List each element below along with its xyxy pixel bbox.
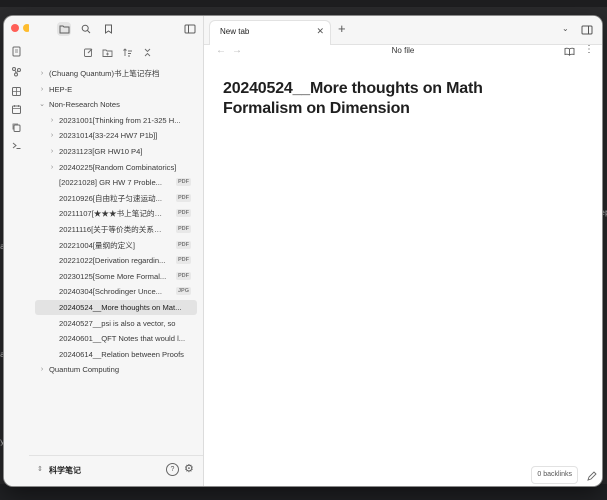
canvas-icon[interactable] (11, 86, 22, 97)
tree-item-label: 20221004[量纲的定义] (59, 240, 135, 250)
tree-folder[interactable]: ⌄ Non-Research Notes (35, 97, 197, 112)
open-quick-switcher-icon[interactable] (11, 46, 22, 57)
file-type-badge: PDF (176, 178, 191, 187)
tree-item-label: Quantum Computing (49, 365, 120, 375)
tree-file[interactable]: 20240527__psi is also a vector, so (35, 316, 197, 331)
close-tab-icon[interactable]: ✕ (316, 26, 324, 37)
chevron-right-icon[interactable]: › (47, 113, 57, 128)
file-type-badge: PDF (176, 225, 191, 233)
tree-item-label: 20231001[Thinking from 21-325 H... (59, 115, 181, 125)
tree-subfolder[interactable]: › 20231001[Thinking from 21-325 H... (35, 113, 197, 128)
ribbon (4, 16, 43, 486)
chevron-right-icon[interactable]: › (47, 160, 57, 175)
file-type-badge: PDF (176, 256, 191, 265)
tree-folder[interactable]: › (Chuang Quantum)书上笔记存档 (35, 66, 197, 81)
files-folder-icon[interactable] (57, 22, 71, 36)
tree-file[interactable]: 20230125[Some More Formal... PDF (35, 269, 197, 284)
chevron-right-icon[interactable]: › (37, 82, 47, 97)
file-type-badge: PDF (176, 240, 191, 249)
tree-subfolder[interactable]: › 20231014[33-224 HW7 P1b]] (35, 128, 197, 143)
tree-item-label: (Chuang Quantum)书上笔记存档 (49, 69, 160, 78)
search-icon[interactable] (79, 22, 93, 36)
bookmark-icon[interactable] (101, 22, 115, 36)
tree-folder[interactable]: › Quantum Computing (35, 362, 197, 377)
vault-switch-chevron-icon[interactable]: ⇕ (37, 465, 43, 473)
sort-order-icon[interactable] (121, 46, 133, 58)
tree-file[interactable]: 20240304[Schrodinger Unce... JPG (35, 284, 197, 299)
tree-file[interactable]: 20240614__Relation between Proofs (35, 347, 197, 362)
vault-switcher-bar: ⇕ 科学笔记 ? ⚙ (29, 455, 203, 486)
document-title: 20240524__More thoughts on Math Formalis… (223, 80, 483, 117)
backlinks-status[interactable]: 0 backlinks (531, 466, 578, 484)
new-folder-icon[interactable] (101, 46, 113, 58)
tab-title: New tab (220, 27, 250, 36)
new-note-icon[interactable] (82, 46, 94, 58)
reading-view-book-icon[interactable] (564, 47, 575, 56)
file-type-badge: PDF (176, 209, 191, 218)
app-window: › (Chuang Quantum)书上笔记存档 › HEP-E ⌄ Non-Resear… (4, 16, 602, 486)
view-header: ← → No file ⋮ (204, 44, 602, 60)
desktop-top-strip (0, 0, 607, 7)
chevron-right-icon[interactable]: › (47, 128, 57, 143)
tree-item-label: 20221022[Derivation regardin... (59, 256, 166, 266)
toggle-right-sidebar-icon[interactable] (581, 25, 593, 35)
tree-file[interactable]: 20221004[量纲的定义] PDF (35, 238, 197, 253)
file-type-badge: PDF (176, 193, 191, 202)
chevron-down-icon[interactable]: ⌄ (37, 97, 47, 112)
tree-folder[interactable]: › HEP-E (35, 82, 197, 97)
new-tab-plus-icon[interactable]: + (338, 21, 346, 36)
more-options-icon[interactable]: ⋮ (584, 44, 594, 55)
tree-item-label: 20240527__psi is also a vector, so (59, 318, 176, 328)
toggle-sidebar-icon[interactable] (183, 22, 197, 36)
edit-pencil-icon[interactable] (586, 471, 597, 482)
copy-icon[interactable] (11, 122, 22, 133)
desktop-bottom-strip (0, 484, 607, 500)
tree-file[interactable]: 20210926[自由粒子匀速运动... PDF (35, 191, 197, 206)
tree-item-label: 20240601__QFT Notes that would l... (59, 334, 186, 344)
file-type-badge: PDF (176, 271, 191, 280)
tree-item-label: Non-Research Notes (49, 100, 120, 110)
tree-file[interactable]: 20211116[关于等价类的关系以... PDF (35, 222, 197, 237)
tree-file[interactable]: 20240601__QFT Notes that would l... (35, 331, 197, 346)
file-explorer-sidebar: › (Chuang Quantum)书上笔记存档 › HEP-E ⌄ Non-Resear… (29, 16, 204, 486)
tree-item-label: 20230125[Some More Formal... (59, 271, 167, 281)
graph-view-icon[interactable] (11, 66, 22, 77)
settings-gear-icon[interactable]: ⚙ (184, 462, 194, 475)
tree-item-label: 20211107[★★★书上笔记的一... (59, 209, 167, 219)
tree-item-label: 20231014[33-224 HW7 P1b]] (59, 131, 158, 141)
vault-name[interactable]: 科学笔记 (49, 465, 81, 476)
tree-file[interactable]: 20221022[Derivation regardin... PDF (35, 253, 197, 268)
tree-item-label: [20221028] GR HW 7 Proble... (59, 178, 162, 188)
chevron-right-icon[interactable]: › (47, 144, 57, 159)
chevron-right-icon[interactable]: › (37, 362, 47, 377)
tree-file[interactable]: [20221028] GR HW 7 Proble... PDF (35, 175, 197, 190)
tree-item-label: 20240304[Schrodinger Unce... (59, 287, 163, 297)
tree-item-label: 20231123[GR HW10 P4] (59, 147, 143, 156)
tree-item-label: 20240614__Relation between Proofs (59, 349, 184, 359)
help-icon[interactable]: ? (166, 463, 179, 476)
tree-item-label: HEP-E (49, 84, 73, 94)
tree-item-label: 20211116[关于等价类的关系以... (59, 225, 167, 234)
editor-pane: New tab ✕ + ⌄ ← → No file ⋮ 20240524__Mo… (204, 16, 602, 486)
collapse-all-icon[interactable] (141, 46, 153, 58)
tree-file[interactable]: 20211107[★★★书上笔记的一... PDF (35, 206, 197, 221)
tree-item-label: 20210926[自由粒子匀速运动... (59, 193, 162, 203)
chevron-right-icon[interactable]: › (37, 66, 47, 81)
view-header-title: No file (391, 46, 415, 55)
tree-subfolder[interactable]: › 20240225[Random Combinatorics] (35, 160, 197, 175)
tree-subfolder[interactable]: › 20231123[GR HW10 P4] (35, 144, 197, 159)
file-type-badge: JPG (175, 287, 191, 296)
tree-item-label: 20240524__More thoughts on Mat... (59, 303, 182, 312)
tab-list-chevron-icon[interactable]: ⌄ (562, 24, 569, 33)
tab-bar: New tab ✕ + ⌄ (204, 16, 602, 45)
close-window-button[interactable] (11, 24, 19, 32)
tree-file[interactable]: 20240524__More thoughts on Mat... (35, 300, 197, 315)
calendar-icon[interactable] (11, 104, 22, 115)
tab-new-tab[interactable]: New tab ✕ (209, 20, 331, 45)
tree-item-label: 20240225[Random Combinatorics] (59, 162, 177, 172)
terminal-icon[interactable] (11, 140, 22, 151)
